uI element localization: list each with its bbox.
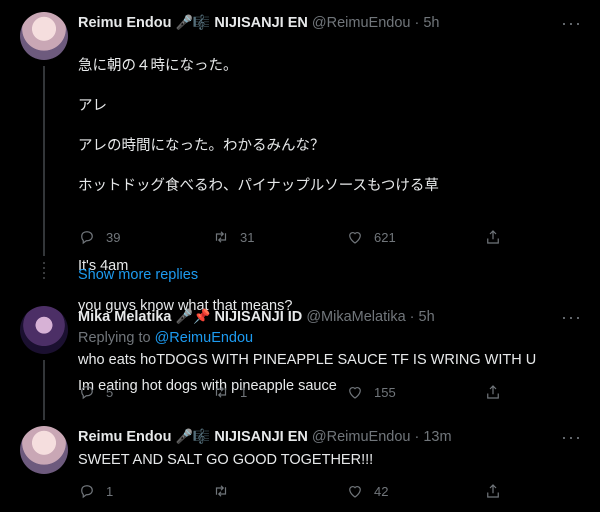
tweet-line: ホットドッグ食べるわ、パイナップルソースもつける草 xyxy=(78,178,439,194)
retweet-icon xyxy=(215,231,227,243)
more-options-icon[interactable]: ··· xyxy=(561,428,582,446)
like-count: 621 xyxy=(374,229,396,245)
tweet-text: who eats hoTDOGS WITH PINEAPPLE SAUCE TF… xyxy=(78,352,537,368)
org-label: NIJISANJI EN xyxy=(214,15,308,31)
badge-emoji: 🎤📌 xyxy=(175,308,211,324)
like-button[interactable]: 42 xyxy=(346,482,388,500)
tweet-line: 急に朝の４時になった。 xyxy=(78,58,238,74)
more-options-icon[interactable]: ··· xyxy=(561,308,582,326)
handle[interactable]: @ReimuEndou xyxy=(312,15,411,31)
action-bar: 5 1 155 xyxy=(78,383,508,403)
share-button[interactable] xyxy=(484,482,502,500)
tweet-line: アレの時間になった。わかるみんな？ xyxy=(78,138,325,154)
replying-to-link[interactable]: @ReimuEndou xyxy=(155,330,254,346)
timestamp[interactable]: · 13m xyxy=(415,429,452,445)
replying-to: Replying to @ReimuEndou xyxy=(78,330,253,346)
timestamp[interactable]: · 5h xyxy=(410,309,435,325)
tweet-header: Reimu Endou 🎤🎼 NIJISANJI EN @ReimuEndou … xyxy=(78,13,440,32)
reply-button[interactable]: 1 xyxy=(78,482,113,500)
share-icon xyxy=(487,230,499,244)
retweet-button[interactable]: 1 xyxy=(212,383,247,401)
retweet-icon xyxy=(215,485,227,497)
thread-line xyxy=(43,360,45,420)
replying-to-prefix: Replying to xyxy=(78,330,151,346)
like-icon xyxy=(349,486,361,498)
reply-icon xyxy=(81,485,93,499)
like-count: 42 xyxy=(374,483,389,499)
display-name[interactable]: Reimu Endou xyxy=(78,429,171,445)
like-count: 155 xyxy=(374,384,396,400)
more-options-icon[interactable]: ··· xyxy=(561,14,582,32)
handle[interactable]: @ReimuEndou xyxy=(312,429,411,445)
badge-emoji: 🎤🎼 xyxy=(175,14,211,30)
retweet-count: 1 xyxy=(240,384,248,400)
like-icon xyxy=(349,232,361,244)
retweet-icon xyxy=(215,386,227,398)
tweet-header: Reimu Endou 🎤🎼 NIJISANJI EN @ReimuEndou … xyxy=(78,427,452,446)
reply-icon xyxy=(81,231,93,245)
like-icon xyxy=(349,387,361,399)
share-icon xyxy=(487,385,499,399)
reply-count: 1 xyxy=(106,483,114,499)
timestamp[interactable]: · 5h xyxy=(415,15,440,31)
retweet-button[interactable] xyxy=(212,482,240,500)
avatar[interactable] xyxy=(20,426,68,474)
action-bar: 1 42 xyxy=(78,482,508,502)
reply-button[interactable]: 5 xyxy=(78,383,113,401)
org-label: NIJISANJI ID xyxy=(214,309,303,325)
thread-line xyxy=(43,66,45,256)
share-button[interactable] xyxy=(484,383,502,401)
avatar[interactable] xyxy=(20,12,68,60)
org-label: NIJISANJI EN xyxy=(214,429,308,445)
share-button[interactable] xyxy=(484,228,502,246)
action-bar: 39 31 621 xyxy=(78,228,508,248)
retweet-button[interactable]: 31 xyxy=(212,228,254,246)
thread-dots xyxy=(42,262,46,282)
badge-emoji: 🎤🎼 xyxy=(175,428,211,444)
like-button[interactable]: 621 xyxy=(346,228,396,246)
handle[interactable]: @MikaMelatika xyxy=(306,309,405,325)
reply-count: 5 xyxy=(106,384,114,400)
display-name[interactable]: Mika Melatika xyxy=(78,309,172,325)
tweet-text: SWEET AND SALT GO GOOD TOGETHER!!! xyxy=(78,452,374,468)
display-name[interactable]: Reimu Endou xyxy=(78,15,171,31)
avatar[interactable] xyxy=(20,306,68,354)
reply-button[interactable]: 39 xyxy=(78,228,120,246)
reply-icon xyxy=(81,386,93,400)
show-more-replies-link[interactable]: Show more replies xyxy=(78,267,198,283)
share-icon xyxy=(487,484,499,498)
retweet-count: 31 xyxy=(240,229,255,245)
tweet-line: アレ xyxy=(78,98,107,114)
like-button[interactable]: 155 xyxy=(346,383,396,401)
reply-count: 39 xyxy=(106,229,121,245)
tweet-header: Mika Melatika 🎤📌 NIJISANJI ID @MikaMelat… xyxy=(78,307,435,326)
